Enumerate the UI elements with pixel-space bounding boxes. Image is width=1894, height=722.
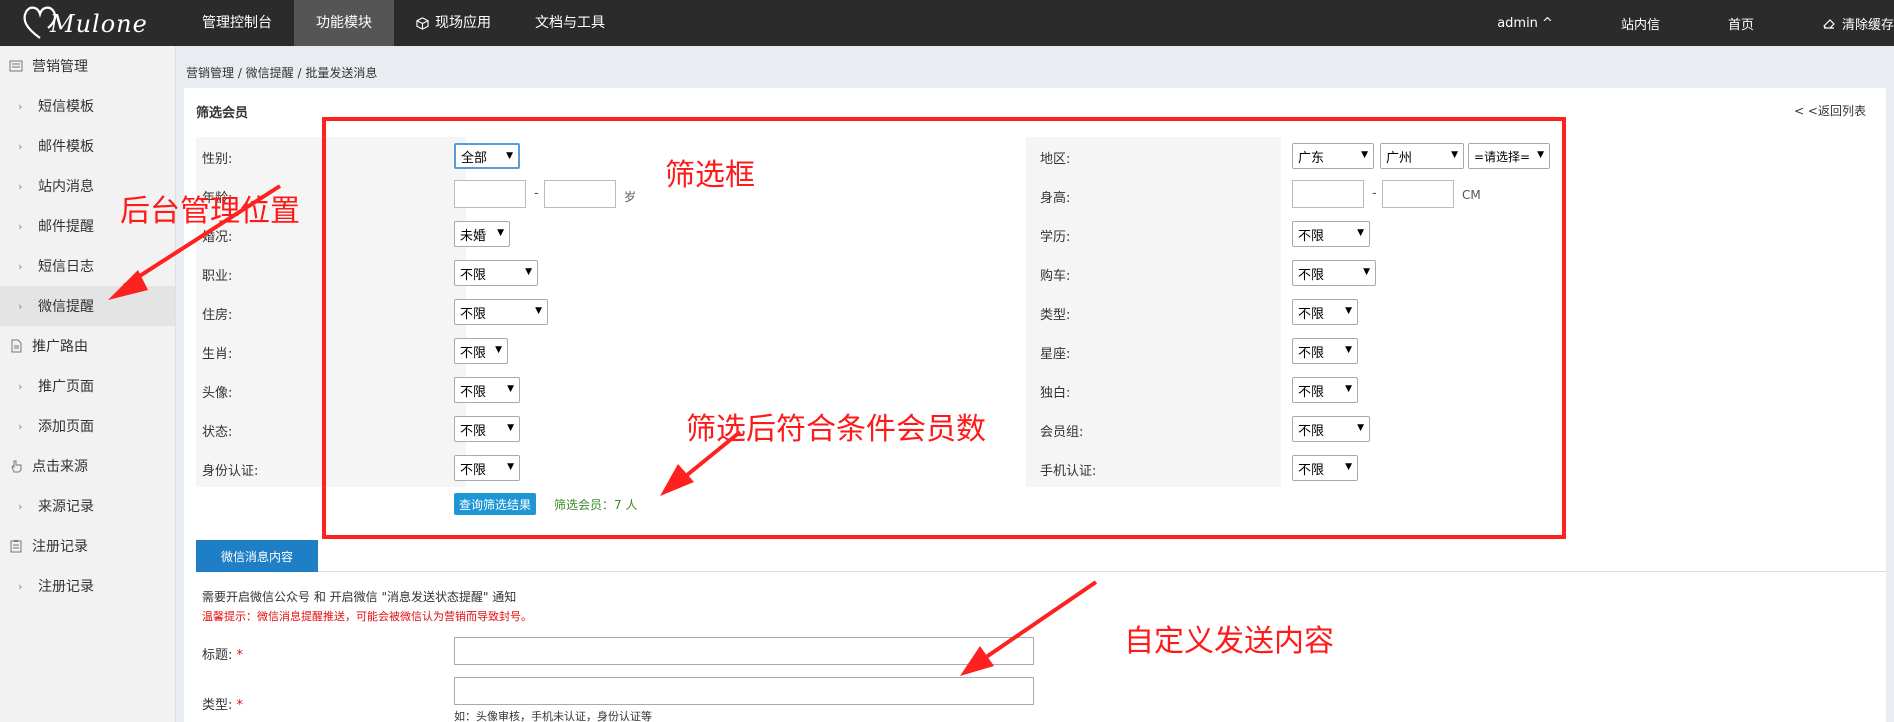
document-icon [8, 338, 24, 354]
nav-live-apps[interactable]: 现场应用 [394, 0, 513, 46]
chevron-right-icon: › [18, 499, 23, 513]
clear-cache-label: 清除缓存 [1841, 17, 1894, 33]
sidebar-item-label: 短信模板 [38, 99, 94, 115]
sidebar-item-email-template[interactable]: › 邮件模板 [0, 126, 175, 166]
cube-icon [416, 16, 429, 30]
sidebar-item-add-page[interactable]: › 添加页面 [0, 406, 175, 446]
nav-console-label: 管理控制台 [202, 15, 272, 31]
custom-content-label: 自定义发送内容 [1124, 624, 1334, 659]
chevron-right-icon: › [18, 179, 23, 193]
nav-modules-label: 功能模块 [316, 15, 372, 31]
sidebar-group-label: 推广路由 [32, 339, 88, 355]
tab-wechat-message[interactable]: 微信消息内容 [196, 540, 318, 572]
home-label: 首页 [1727, 17, 1754, 33]
sidebar-item-promo-pages[interactable]: › 推广页面 [0, 366, 175, 406]
sidebar-item-label: 来源记录 [38, 499, 94, 515]
filter-box-label: 筛选框 [665, 158, 755, 193]
top-bar: Mulone 管理控制台 功能模块 现场应用 文档与工具 admin ^ 站内信… [0, 0, 1894, 46]
station-msg-link[interactable]: 站内信 [1587, 14, 1694, 33]
nav-docs-tools[interactable]: 文档与工具 [513, 0, 627, 46]
job-label: 职业: [202, 269, 233, 284]
top-right-menu: admin ^ 站内信 首页 清除缓存 [1463, 0, 1894, 46]
sidebar-item-registration-records[interactable]: › 注册记录 [0, 566, 175, 606]
title-input[interactable] [454, 637, 1034, 665]
chevron-right-icon: › [18, 219, 23, 233]
sidebar-item-wechat-reminder[interactable]: › 微信提醒 [0, 286, 175, 326]
home-link[interactable]: 首页 [1694, 14, 1788, 33]
title-label-text: 标题: [202, 648, 233, 663]
chevron-right-icon: › [18, 259, 23, 273]
sidebar-item-label: 推广页面 [38, 379, 94, 395]
chevron-right-icon: › [18, 419, 23, 433]
type-msg-label: 类型: * [202, 694, 243, 713]
avatar-label: 头像: [202, 386, 233, 401]
gender-label: 性别: [202, 152, 233, 167]
sidebar-group-registration[interactable]: 注册记录 [0, 526, 175, 566]
hand-icon [8, 458, 24, 474]
clipboard-icon [8, 538, 24, 554]
eraser-icon [1823, 19, 1835, 29]
sidebar: 营销管理 › 短信模板 › 邮件模板 › 站内消息 › 邮件提醒 › 短信日志 › 微信提醒… [0, 46, 176, 722]
top-nav: 管理控制台 功能模块 现场应用 文档与工具 [180, 0, 627, 46]
filter-box-annotation [322, 117, 1566, 539]
sidebar-item-label: 站内消息 [38, 179, 94, 195]
status-label: 状态: [202, 425, 233, 440]
nav-live-apps-label: 现场应用 [435, 15, 491, 31]
back-to-list-link[interactable]: < <返回列表 [1794, 102, 1866, 119]
admin-location-label: 后台管理位置 [120, 194, 300, 229]
sidebar-group-marketing[interactable]: 营销管理 [0, 46, 175, 86]
chevron-right-icon: › [18, 99, 23, 113]
list-icon [8, 58, 24, 74]
id-verify-label: 身份认证: [202, 464, 259, 479]
chevron-right-icon: › [18, 579, 23, 593]
sidebar-item-label: 微信提醒 [38, 299, 94, 315]
sidebar-group-label: 点击来源 [32, 459, 88, 475]
chevron-right-icon: › [18, 139, 23, 153]
title-label: 标题: * [202, 644, 243, 663]
panel-title: 筛选会员 [196, 106, 249, 121]
nav-modules[interactable]: 功能模块 [294, 0, 394, 46]
logo[interactable]: Mulone [20, 2, 160, 42]
logo-text: Mulone [50, 10, 148, 38]
user-menu[interactable]: admin ^ [1463, 16, 1587, 31]
sidebar-group-label: 营销管理 [32, 59, 88, 75]
user-name: admin ^ [1497, 15, 1553, 31]
chevron-right-icon: › [18, 299, 23, 313]
housing-label: 住房: [202, 308, 233, 323]
sidebar-group-click-source[interactable]: 点击来源 [0, 446, 175, 486]
wechat-requirement-note: 需要开启微信公众号 和 开启微信 "消息发送状态提醒" 通知 [202, 590, 517, 604]
sidebar-item-label: 邮件模板 [38, 139, 94, 155]
zodiac-label: 生肖: [202, 347, 233, 362]
required-mark: * [236, 648, 244, 663]
sidebar-item-label: 注册记录 [38, 579, 94, 595]
sidebar-item-source-records[interactable]: › 来源记录 [0, 486, 175, 526]
nav-docs-tools-label: 文档与工具 [535, 15, 605, 31]
sidebar-item-sms-log[interactable]: › 短信日志 [0, 246, 175, 286]
clear-cache-link[interactable]: 清除缓存 [1788, 14, 1894, 33]
type-label-text: 类型: [202, 698, 233, 713]
sidebar-group-label: 注册记录 [32, 539, 88, 555]
sidebar-item-label: 添加页面 [38, 419, 94, 435]
required-mark: * [236, 698, 244, 713]
message-tab-bar: 微信消息内容 [196, 540, 1886, 572]
sidebar-item-label: 邮件提醒 [38, 219, 94, 235]
warning-note: 温馨提示：微信消息提醒推送，可能会被微信认为营销而导致封号。 [202, 610, 532, 623]
sidebar-item-label: 短信日志 [38, 259, 94, 275]
type-input[interactable] [454, 677, 1034, 705]
sidebar-group-promotion[interactable]: 推广路由 [0, 326, 175, 366]
breadcrumb: 营销管理 / 微信提醒 / 批量发送消息 [186, 66, 378, 80]
chevron-right-icon: › [18, 379, 23, 393]
nav-console[interactable]: 管理控制台 [180, 0, 294, 46]
station-msg-label: 站内信 [1620, 17, 1660, 33]
member-count-label: 筛选后符合条件会员数 [686, 412, 986, 447]
type-hint: 如：头像审核，手机未认证，身份认证等 [454, 710, 652, 722]
sidebar-item-sms-template[interactable]: › 短信模板 [0, 86, 175, 126]
